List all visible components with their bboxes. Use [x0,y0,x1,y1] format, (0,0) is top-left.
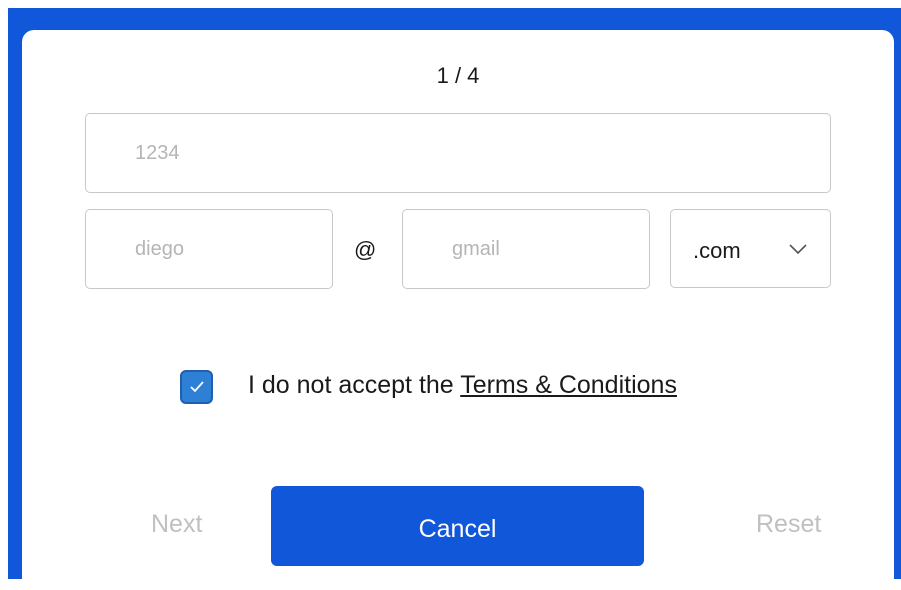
checkmark-icon [190,381,204,393]
consent-text: I do not accept the Terms & Conditions [248,371,677,400]
reset-button[interactable]: Reset [756,510,821,539]
at-symbol: @ [354,237,377,262]
step-indicator: 1 / 4 [436,63,480,88]
email-domain-input[interactable] [402,209,650,289]
terms-link[interactable]: Terms & Conditions [460,371,677,399]
phone-input[interactable] [85,113,831,193]
tld-select-value: .com [693,238,741,263]
next-button[interactable]: Next [151,510,202,539]
tld-select[interactable]: .com [670,209,831,288]
email-user-input[interactable] [85,209,333,289]
consent-prefix: I do not accept the [248,371,461,399]
chevron-down-icon [789,244,807,255]
cancel-button[interactable]: Cancel [271,486,644,566]
consent-checkbox[interactable] [180,370,213,404]
